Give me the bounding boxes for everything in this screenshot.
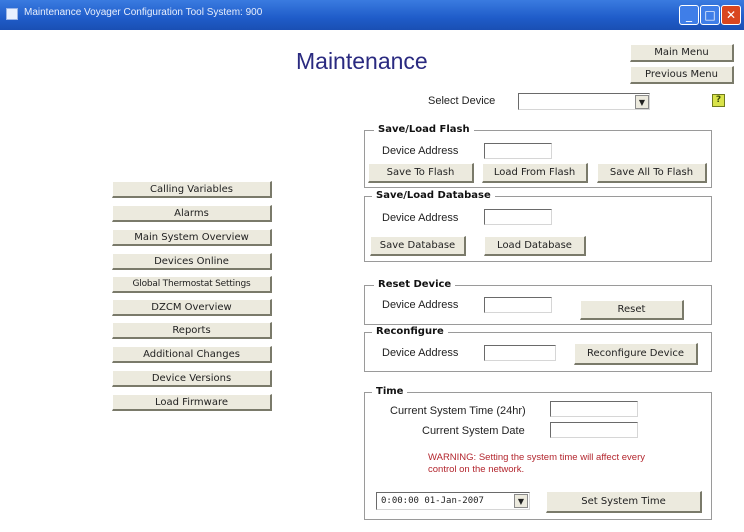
chevron-down-icon[interactable]: ▼: [514, 494, 528, 508]
save-to-flash-button[interactable]: Save To Flash: [368, 163, 474, 183]
previous-menu-button[interactable]: Previous Menu: [630, 66, 734, 84]
load-database-button[interactable]: Load Database: [484, 236, 586, 256]
database-device-address-label: Device Address: [382, 212, 459, 224]
window-title: Maintenance Voyager Configuration Tool S…: [24, 7, 263, 18]
reconfigure-device-button[interactable]: Reconfigure Device: [574, 343, 698, 365]
nav-alarms-button[interactable]: Alarms: [112, 205, 272, 222]
application-window: Maintenance Voyager Configuration Tool S…: [0, 0, 744, 532]
reconfigure-device-address-label: Device Address: [382, 347, 459, 359]
nav-main-system-overview-button[interactable]: Main System Overview: [112, 229, 272, 246]
main-menu-button[interactable]: Main Menu: [630, 44, 734, 62]
datetime-value: 0:00:00 01-Jan-2007: [381, 496, 484, 506]
flash-device-address-label: Device Address: [382, 145, 459, 157]
select-device-label: Select Device: [428, 95, 496, 107]
reset-button[interactable]: Reset: [580, 300, 684, 320]
current-system-date-input[interactable]: [550, 422, 638, 438]
nav-calling-variables-button[interactable]: Calling Variables: [112, 181, 272, 198]
page-title: Maintenance: [296, 48, 428, 74]
database-device-address-input[interactable]: [484, 209, 552, 225]
nav-device-versions-button[interactable]: Device Versions: [112, 370, 272, 387]
load-from-flash-button[interactable]: Load From Flash: [482, 163, 588, 183]
nav-reports-button[interactable]: Reports: [112, 322, 272, 339]
nav-dzcm-overview-button[interactable]: DZCM Overview: [112, 299, 272, 316]
current-system-time-label: Current System Time (24hr): [390, 405, 526, 417]
flash-device-address-input[interactable]: [484, 143, 552, 159]
nav-global-thermostat-settings-button[interactable]: Global Thermostat Settings: [112, 276, 272, 293]
system-time-warning: WARNING: Setting the system time will af…: [428, 452, 645, 475]
save-database-button[interactable]: Save Database: [370, 236, 466, 256]
current-system-date-label: Current System Date: [422, 425, 525, 437]
app-icon: [6, 8, 18, 20]
close-button[interactable]: ✕: [721, 5, 741, 25]
datetime-picker[interactable]: 0:00:00 01-Jan-2007 ▼: [376, 492, 530, 510]
nav-additional-changes-button[interactable]: Additional Changes: [112, 346, 272, 363]
reset-device-address-input[interactable]: [484, 297, 552, 313]
set-system-time-button[interactable]: Set System Time: [546, 491, 702, 513]
maximize-button[interactable]: □: [700, 5, 720, 25]
minimize-button[interactable]: _: [679, 5, 699, 25]
save-all-to-flash-button[interactable]: Save All To Flash: [597, 163, 707, 183]
select-device-dropdown[interactable]: ▼: [518, 93, 650, 110]
save-load-database-title: Save/Load Database: [372, 190, 495, 201]
time-title: Time: [372, 386, 408, 397]
chevron-down-icon[interactable]: ▼: [635, 95, 649, 109]
reset-device-address-label: Device Address: [382, 299, 459, 311]
nav-load-firmware-button[interactable]: Load Firmware: [112, 394, 272, 411]
reconfigure-title: Reconfigure: [372, 326, 448, 337]
save-load-flash-title: Save/Load Flash: [374, 124, 474, 135]
reset-device-title: Reset Device: [374, 279, 456, 290]
nav-devices-online-button[interactable]: Devices Online: [112, 253, 272, 270]
reconfigure-device-address-input[interactable]: [484, 345, 556, 361]
help-icon[interactable]: ?: [712, 94, 725, 107]
current-system-time-input[interactable]: [550, 401, 638, 417]
